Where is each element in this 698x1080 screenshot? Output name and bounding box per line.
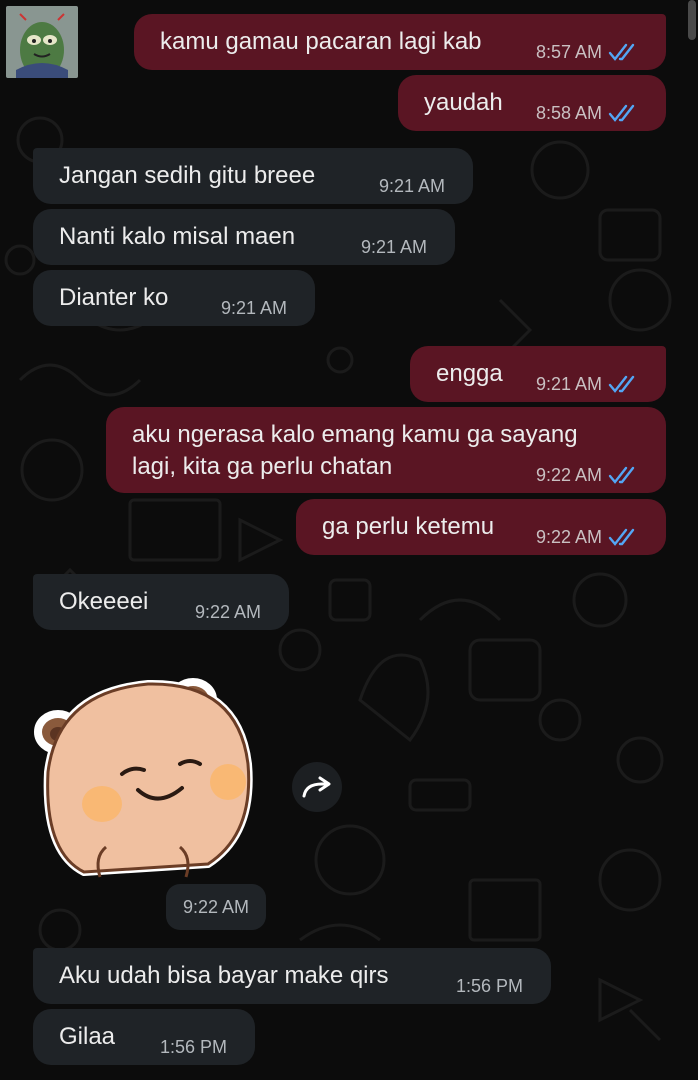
contact-avatar[interactable]: [6, 6, 78, 78]
message-meta: 9:21 AM: [536, 374, 638, 394]
message-time: 8:57 AM: [535, 42, 602, 62]
forward-button[interactable]: [292, 762, 342, 812]
message-time: 9:21 AM: [535, 374, 602, 394]
scrollbar[interactable]: [688, 0, 696, 40]
message-text: ga perlu ketemu: [322, 513, 495, 540]
message-meta: 1:56 PM: [456, 976, 523, 996]
message-meta: 9:22 AM: [536, 527, 638, 547]
message-meta: 1:56 PM: [160, 1037, 227, 1057]
message-outgoing[interactable]: kamu gamau pacaran lagi kab 8:57 AM: [134, 14, 666, 70]
message-text: Nanti kalo misal maen: [59, 223, 296, 250]
avatar-image: [6, 6, 78, 78]
message-time: 9:22 AM: [194, 602, 261, 622]
message-outgoing[interactable]: ga perlu ketemu 9:22 AM: [296, 499, 666, 555]
message-incoming[interactable]: Gilaa 1:56 PM: [33, 1009, 255, 1065]
message-time: 9:21 AM: [378, 176, 445, 196]
message-incoming[interactable]: Nanti kalo misal maen 9:21 AM: [33, 209, 455, 265]
message-incoming[interactable]: Dianter ko 9:21 AM: [33, 270, 315, 326]
message-outgoing[interactable]: yaudah 8:58 AM: [398, 75, 666, 131]
sticker-time: 9:22 AM: [166, 884, 266, 930]
message-text: Aku udah bisa bayar make qirs: [59, 962, 389, 989]
message-incoming[interactable]: Aku udah bisa bayar make qirs 1:56 PM: [33, 948, 551, 1004]
message-time: 9:21 AM: [220, 298, 287, 318]
message-text-line: aku ngerasa kalo emang kamu ga sayang: [132, 421, 578, 448]
message-time: 1:56 PM: [455, 976, 523, 996]
message-text: Gilaa: [59, 1023, 116, 1050]
message-outgoing[interactable]: engga 9:21 AM: [410, 346, 666, 402]
message-text: kamu gamau pacaran lagi kab: [160, 28, 482, 55]
message-time: 1:56 PM: [159, 1037, 227, 1057]
message-time: 9:22 AM: [535, 465, 602, 485]
double-check-icon: [608, 528, 635, 546]
message-meta: 9:22 AM: [536, 465, 638, 485]
message-text: Jangan sedih gitu breee: [59, 162, 316, 189]
double-check-icon: [608, 104, 635, 122]
message-meta: 8:58 AM: [536, 103, 638, 123]
message-text: Okeeeei: [59, 588, 149, 615]
message-meta: 8:57 AM: [536, 42, 638, 62]
double-check-icon: [608, 43, 635, 61]
message-text: Dianter ko: [59, 284, 169, 311]
message-incoming[interactable]: Okeeeei 9:22 AM: [33, 574, 289, 630]
message-meta: 9:21 AM: [361, 237, 427, 257]
message-time: 9:22 AM: [182, 896, 250, 917]
message-text: engga: [436, 360, 503, 387]
smiling-bear-sticker[interactable]: [26, 672, 256, 887]
double-check-icon: [608, 375, 635, 393]
message-text: yaudah: [424, 89, 503, 116]
message-time: 9:21 AM: [360, 237, 427, 257]
forward-icon: [302, 776, 331, 798]
message-meta: 9:21 AM: [221, 298, 287, 318]
message-meta: 9:21 AM: [379, 176, 445, 196]
message-time: 8:58 AM: [535, 103, 602, 123]
message-time: 9:22 AM: [535, 527, 602, 547]
message-meta: 9:22 AM: [195, 602, 261, 622]
message-outgoing[interactable]: aku ngerasa kalo emang kamu ga sayang la…: [106, 407, 666, 493]
double-check-icon: [608, 466, 635, 484]
message-incoming[interactable]: Jangan sedih gitu breee 9:21 AM: [33, 148, 473, 204]
